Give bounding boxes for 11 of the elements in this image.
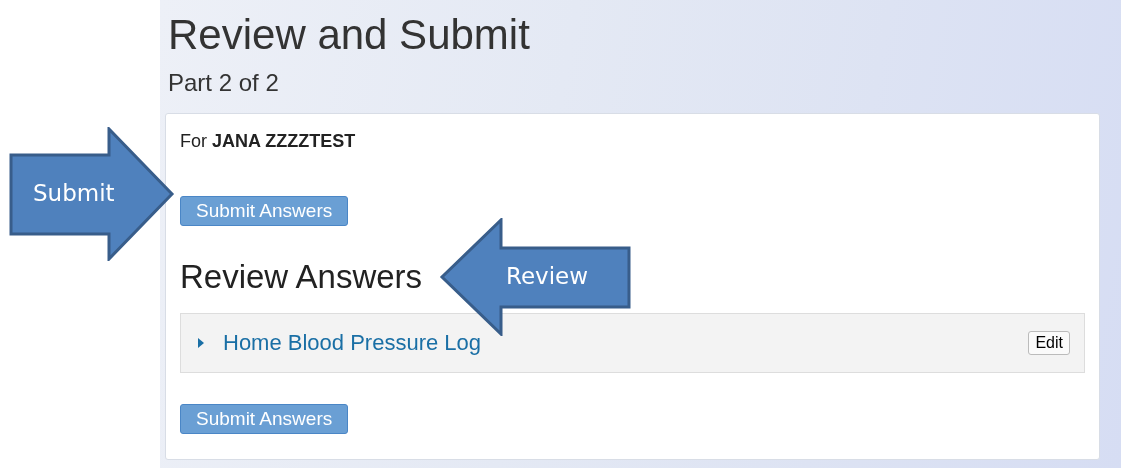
submit-button[interactable]: Submit Answers: [180, 196, 349, 226]
page-subtitle: Part 2 of 2: [167, 69, 279, 97]
patient-name: For JANA ZZZZTEST: [180, 131, 356, 151]
callout-label: Review: [506, 263, 589, 289]
page-title: Review and Submit: [167, 13, 530, 57]
form-link[interactable]: Home Blood Pressure Log: [223, 330, 482, 356]
submit-button[interactable]: Submit Answers: [180, 404, 349, 434]
edit-button[interactable]: Edit: [1028, 331, 1070, 355]
callout-label: Submit: [33, 180, 115, 206]
caret-icon[interactable]: [197, 337, 205, 349]
section-heading: Review Answers: [180, 258, 423, 296]
